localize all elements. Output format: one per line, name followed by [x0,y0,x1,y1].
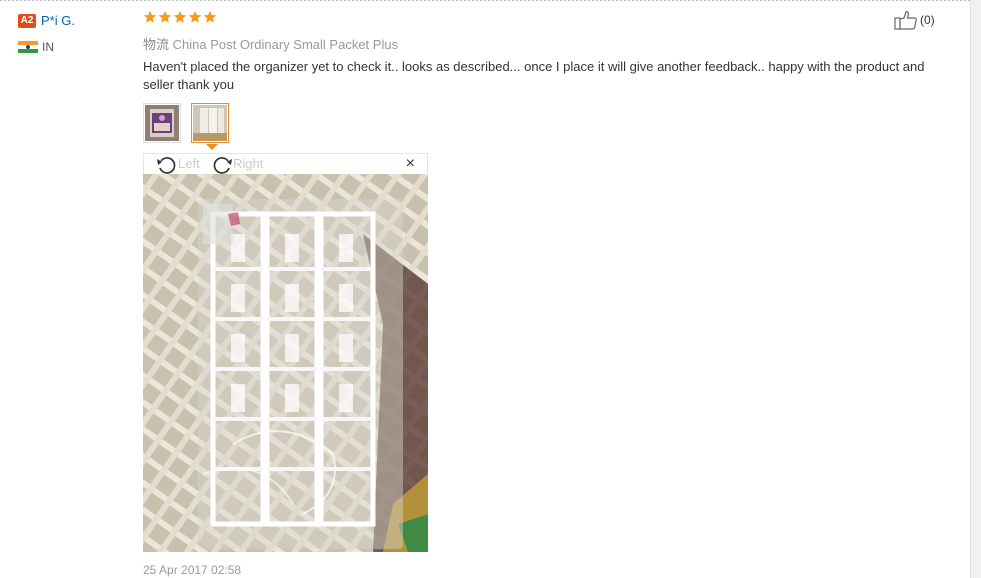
package-thumbnail-image [145,105,179,141]
review-date: 25 Apr 2017 02:58 [143,563,242,577]
rotate-right-button[interactable]: Right [211,154,263,174]
selected-thumbnail-indicator [206,144,218,150]
reviewer-name[interactable]: P*i G. [41,13,75,28]
close-viewer-button[interactable]: × [406,155,415,173]
page-scrollbar[interactable] [970,0,981,578]
star-icon [143,10,157,23]
helpful-count: (0) [920,13,935,27]
shipping-method-name: China Post Ordinary Small Packet Plus [172,37,399,52]
shipping-method: 物流 China Post Ordinary Small Packet Plus [143,34,398,53]
country-code: IN [42,39,54,54]
star-icon [158,10,172,23]
logistics-label: 物流 [143,37,170,52]
rotate-right-icon [213,156,232,174]
india-flag-icon [18,40,38,53]
rotate-left-label: Left [178,156,200,171]
star-icon [173,10,187,23]
reviewer-country: IN [18,39,54,54]
star-rating [143,10,218,29]
rotate-right-label: Right [233,156,264,171]
rotate-left-button[interactable]: Left [156,154,200,174]
helpful-button[interactable]: (0) [894,10,935,30]
buyer-level-badge: A2 [18,13,36,28]
organizer-thumbnail-image [193,105,227,141]
review-text: Haven't placed the organizer yet to chec… [143,59,925,92]
rotate-left-icon [157,156,176,174]
review-photo-thumbnail-2[interactable] [191,103,229,143]
thumbs-up-icon [894,11,917,30]
review-photo-thumbnail-1[interactable] [143,103,181,143]
organizer-photo-image [143,174,428,552]
review-photo-large [143,174,428,552]
reviewer-info: A2 P*i G. [18,12,75,30]
star-icon [188,10,202,23]
star-icon [203,10,217,23]
top-divider [0,0,981,1]
photo-viewer-toolbar: Left Right × [143,153,428,174]
